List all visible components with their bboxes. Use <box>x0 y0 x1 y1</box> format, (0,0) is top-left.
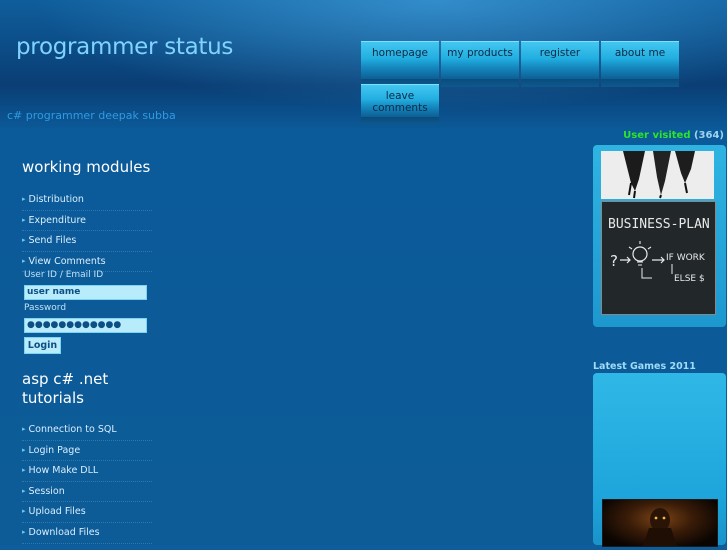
menu-item-label: Send Files <box>28 235 77 247</box>
menu-item-send-files[interactable]: ▸ Send Files <box>22 231 152 252</box>
tutorials-heading-line2: tutorials <box>22 389 84 407</box>
chalkboard-illustration: BUSINESS-PLAN ? IF WORK ELSE $ <box>602 202 715 314</box>
menu-item-label: Upload Files <box>28 506 86 518</box>
chalkboard-else: ELSE $ <box>674 274 705 284</box>
user-id-label: User ID / Email ID <box>24 270 104 280</box>
bullet-icon: ▸ <box>22 215 26 224</box>
menu-item-session[interactable]: ▸ Session <box>22 482 152 503</box>
bullet-icon: ▸ <box>22 425 26 433</box>
user-id-field[interactable]: user name <box>24 285 147 300</box>
nav-leave-comments[interactable]: leave comments <box>361 84 439 125</box>
bullet-icon: ▸ <box>22 256 26 265</box>
svg-text:?: ? <box>610 252 618 270</box>
nav-register[interactable]: register <box>521 41 599 87</box>
menu-item-label: How Make DLL <box>28 465 99 477</box>
chalkboard-title: BUSINESS-PLAN <box>608 217 710 232</box>
nav-my-products[interactable]: my products <box>441 41 519 87</box>
bullet-icon: ▸ <box>22 527 26 536</box>
menu-item-label: Login Page <box>28 444 81 456</box>
menu-item-connection-to-sql[interactable]: ▸ Connection to SQL <box>22 420 152 441</box>
menu-item-expenditure[interactable]: ▸ Expenditure <box>22 211 152 232</box>
latest-games-label: Latest Games 2011 <box>593 361 696 372</box>
menu-item-label: Session <box>28 485 65 497</box>
hands-illustration <box>601 151 714 199</box>
nav-homepage[interactable]: homepage <box>361 41 439 87</box>
chalkboard-if: IF WORK <box>666 253 706 263</box>
hands-image[interactable] <box>601 151 714 199</box>
visitor-counter-label: User visited <box>623 130 691 141</box>
business-plan-image[interactable]: BUSINESS-PLAN ? IF WORK ELSE $ <box>601 201 716 315</box>
modules-heading: working modules <box>22 158 151 176</box>
menu-item-label: Connection to SQL <box>28 424 117 435</box>
password-field[interactable]: ●●●●●●●●●●●● <box>24 318 147 333</box>
menu-item-login-page[interactable]: ▸ Login Page <box>22 441 152 462</box>
visitor-counter-value: (364) <box>693 130 724 141</box>
tutorials-heading-line1: asp c# .net <box>22 370 109 388</box>
menu-item-how-make-dll[interactable]: ▸ How Make DLL <box>22 461 152 482</box>
menu-item-upload-files[interactable]: ▸ Upload Files <box>22 502 152 523</box>
password-label: Password <box>24 303 67 313</box>
bullet-icon: ▸ <box>22 236 26 245</box>
menu-item-label: Distribution <box>28 194 84 205</box>
site-title[interactable]: programmer status <box>16 34 233 60</box>
bullet-icon: ▸ <box>22 486 26 495</box>
game-character-illustration <box>643 508 677 546</box>
menu-item-download-files[interactable]: ▸ Download Files <box>22 523 152 544</box>
tutorials-heading: asp c# .net tutorials <box>22 370 108 408</box>
visitor-counter: User visited (364) <box>623 130 724 141</box>
menu-item-label: Download Files <box>28 526 100 538</box>
bullet-icon: ▸ <box>22 195 26 203</box>
nav-about-me[interactable]: about me <box>601 41 679 87</box>
menu-item-label: View Comments <box>28 255 106 267</box>
game-thumbnail[interactable] <box>602 499 718 547</box>
menu-item-distribution[interactable]: ▸ Distribution <box>22 190 152 211</box>
menu-item-label: Expenditure <box>28 214 86 226</box>
tutorials-menu: ▸ Connection to SQL ▸ Login Page ▸ How Make… <box>22 420 152 544</box>
bullet-icon: ▸ <box>22 507 26 516</box>
bullet-icon: ▸ <box>22 466 26 475</box>
bullet-icon: ▸ <box>22 445 26 454</box>
site-tagline: c# programmer deepak subba <box>7 109 176 122</box>
modules-menu: ▸ Distribution ▸ Expenditure ▸ Send Files ▸… <box>22 190 152 273</box>
login-button[interactable]: Login <box>24 337 61 354</box>
